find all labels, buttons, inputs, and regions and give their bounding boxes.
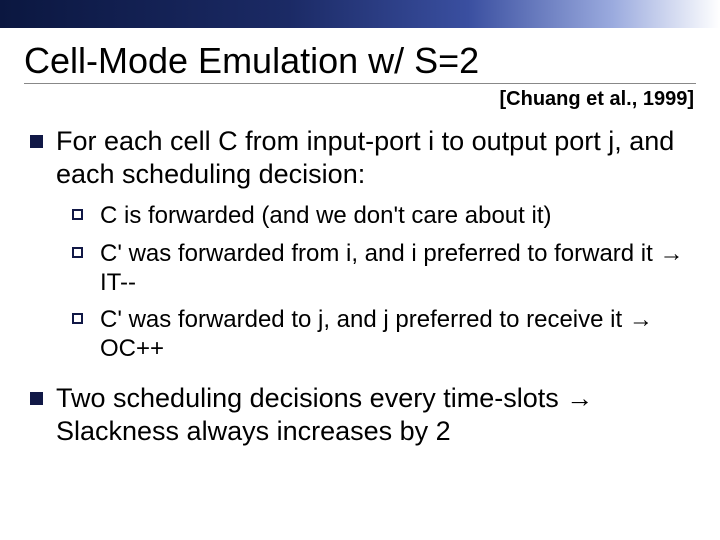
bullet-text: Two scheduling decisions every time-slot… — [56, 383, 593, 446]
sub-bullet-text: C is forwarded (and we don't care about … — [100, 202, 551, 229]
sub-bullet-list: C is forwarded (and we don't care about … — [70, 201, 696, 363]
sub-bullet-item: C' was forwarded from i, and i preferred… — [70, 239, 696, 298]
slide-title: Cell-Mode Emulation w/ S=2 — [24, 40, 696, 81]
title-underline — [24, 83, 696, 84]
sub-bullet-text: C' was forwarded to j, and j preferred t… — [100, 306, 653, 362]
slide-body: Cell-Mode Emulation w/ S=2 [Chuang et al… — [0, 28, 720, 447]
bullet-item: Two scheduling decisions every time-slot… — [24, 382, 696, 448]
citation: [Chuang et al., 1999] — [24, 88, 696, 111]
sub-bullet-item: C is forwarded (and we don't care about … — [70, 201, 696, 230]
bullet-list: For each cell C from input-port i to out… — [24, 125, 696, 447]
sub-bullet-text: C' was forwarded from i, and i preferred… — [100, 240, 683, 296]
header-bar — [0, 0, 720, 28]
sub-bullet-item: C' was forwarded to j, and j preferred t… — [70, 305, 696, 364]
bullet-item: For each cell C from input-port i to out… — [24, 125, 696, 363]
bullet-text: For each cell C from input-port i to out… — [56, 126, 674, 189]
